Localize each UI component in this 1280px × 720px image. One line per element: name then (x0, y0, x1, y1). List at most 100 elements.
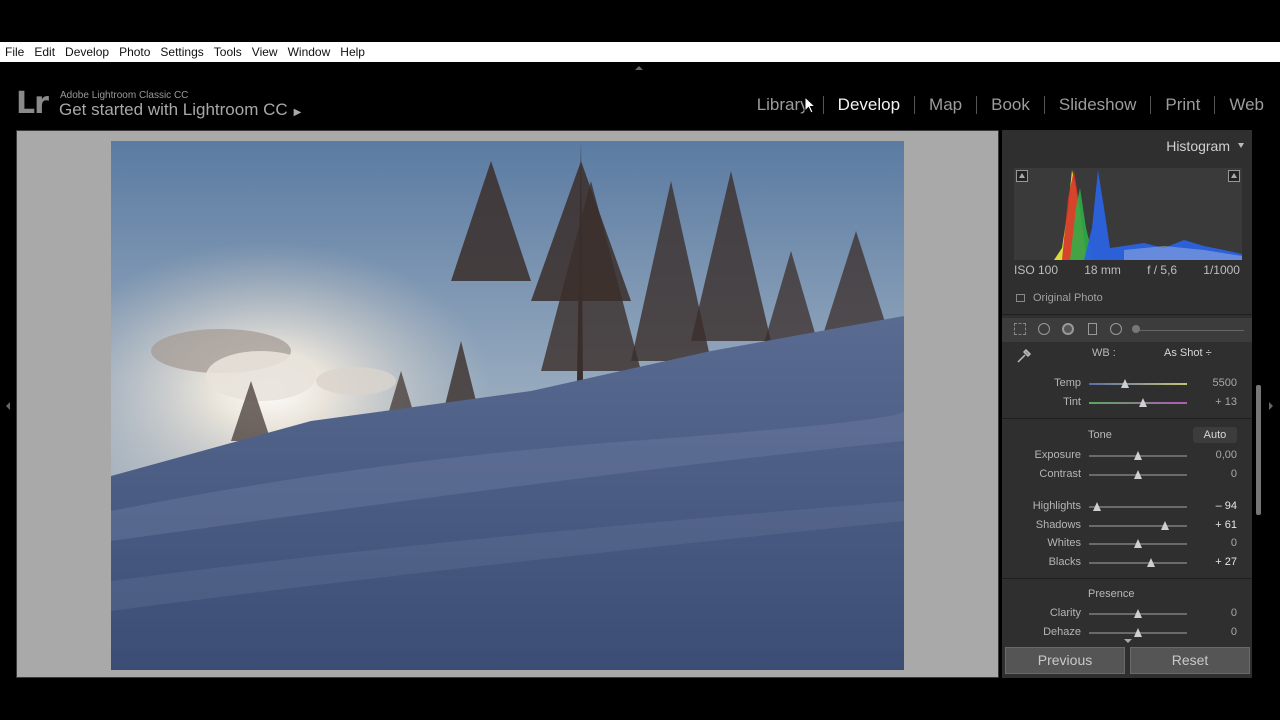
snowy-landscape-image (111, 141, 904, 670)
tone-label: Tone (1088, 429, 1112, 441)
menu-help[interactable]: Help (335, 45, 370, 59)
temp-value[interactable]: 5500 (1213, 377, 1237, 389)
exposure-knob[interactable] (1134, 451, 1142, 460)
menu-file[interactable]: File (0, 45, 29, 59)
blacks-knob[interactable] (1146, 558, 1155, 567)
panel-scrollbar[interactable] (1256, 385, 1261, 515)
temp-slider-row[interactable]: Temp 5500 (1002, 375, 1252, 393)
module-develop[interactable]: Develop (824, 96, 916, 114)
histogram-curve (1014, 170, 1242, 260)
whites-slider-row[interactable]: Whites 0 (1002, 535, 1252, 553)
original-photo-toggle[interactable]: Original Photo (1014, 292, 1103, 304)
shadows-value[interactable]: + 61 (1215, 519, 1237, 531)
exposure-label: Exposure (1034, 449, 1081, 461)
blacks-track[interactable] (1089, 562, 1187, 564)
wb-label: WB : (1092, 347, 1116, 359)
tool-strip (1002, 318, 1252, 342)
highlight-clipping-icon[interactable] (1228, 170, 1240, 182)
highlights-track[interactable] (1089, 506, 1187, 508)
shadow-clipping-icon[interactable] (1016, 170, 1028, 182)
shadows-slider-row[interactable]: Shadows + 61 (1002, 517, 1252, 535)
menu-bar: File Edit Develop Photo Settings Tools V… (0, 42, 1280, 62)
develop-right-panel: Histogram ISO 100 18 mm f / 5,6 1/1000 O… (1002, 130, 1252, 678)
mouse-cursor-icon (804, 96, 816, 114)
blacks-value[interactable]: + 27 (1215, 556, 1237, 568)
module-picker: Library Develop Map Book Slideshow Print… (743, 96, 1264, 114)
divider (1002, 418, 1252, 419)
shadows-knob[interactable] (1161, 521, 1170, 530)
presence-label: Presence (1088, 588, 1135, 600)
panel-menu-icon[interactable] (1238, 143, 1244, 148)
radial-filter-icon[interactable] (1110, 323, 1122, 335)
highlights-knob[interactable] (1092, 502, 1101, 511)
contrast-value[interactable]: 0 (1231, 468, 1237, 480)
blacks-slider-row[interactable]: Blacks + 27 (1002, 554, 1252, 572)
blacks-label: Blacks (1048, 556, 1081, 568)
auto-tone-button[interactable]: Auto (1193, 427, 1237, 443)
dehaze-value[interactable]: 0 (1231, 626, 1237, 638)
clarity-value[interactable]: 0 (1231, 607, 1237, 619)
menu-window[interactable]: Window (283, 45, 336, 59)
module-print[interactable]: Print (1151, 96, 1216, 114)
crop-icon[interactable] (1014, 323, 1026, 335)
contrast-label: Contrast (1039, 468, 1081, 480)
reset-button[interactable]: Reset (1130, 647, 1250, 674)
white-balance-row: WB : As Shot ÷ (1002, 344, 1252, 368)
red-eye-icon[interactable] (1062, 323, 1074, 335)
module-web[interactable]: Web (1215, 96, 1264, 114)
tint-slider-row[interactable]: Tint + 13 (1002, 394, 1252, 412)
get-started-label: Get started with Lightroom CC (59, 100, 288, 119)
graduated-filter-icon[interactable] (1088, 323, 1097, 335)
tint-value[interactable]: + 13 (1215, 396, 1237, 408)
clarity-slider-row[interactable]: Clarity 0 (1002, 605, 1252, 623)
brush-slider-knob[interactable] (1132, 325, 1140, 333)
menu-settings[interactable]: Settings (155, 45, 208, 59)
histogram-title: Histogram (1166, 138, 1230, 154)
exposure-slider-row[interactable]: Exposure 0,00 (1002, 447, 1252, 465)
original-photo-label: Original Photo (1033, 292, 1103, 304)
divider (1002, 578, 1252, 579)
temp-track[interactable] (1089, 383, 1187, 385)
left-panel-toggle-icon[interactable] (6, 402, 10, 410)
whites-value[interactable]: 0 (1231, 537, 1237, 549)
eyedropper-icon[interactable] (1016, 348, 1032, 364)
top-panel-toggle-icon[interactable] (635, 66, 643, 70)
dehaze-knob[interactable] (1134, 628, 1142, 637)
exif-focal: 18 mm (1084, 263, 1121, 277)
exif-aperture: f / 5,6 (1147, 263, 1178, 277)
right-panel-toggle-icon[interactable] (1269, 402, 1273, 410)
brush-slider-track[interactable] (1134, 330, 1244, 331)
previous-button[interactable]: Previous (1005, 647, 1125, 674)
menu-view[interactable]: View (247, 45, 283, 59)
clarity-knob[interactable] (1134, 609, 1142, 618)
highlights-slider-row[interactable]: Highlights – 94 (1002, 498, 1252, 516)
histogram-header[interactable]: Histogram (1002, 130, 1252, 160)
histogram-graph[interactable] (1014, 168, 1242, 260)
menu-edit[interactable]: Edit (29, 45, 60, 59)
module-slideshow[interactable]: Slideshow (1045, 96, 1152, 114)
play-arrow-icon: ▶ (293, 107, 302, 118)
menu-tools[interactable]: Tools (209, 45, 247, 59)
preview-photo (111, 141, 904, 670)
exposure-value[interactable]: 0,00 (1216, 449, 1237, 461)
menu-photo[interactable]: Photo (114, 45, 155, 59)
menu-develop[interactable]: Develop (60, 45, 114, 59)
wb-select[interactable]: As Shot ÷ (1164, 347, 1212, 359)
scroll-down-icon[interactable] (1124, 639, 1132, 643)
shadows-label: Shadows (1035, 519, 1081, 531)
get-started-link[interactable]: Get started with Lightroom CC ▶ (59, 100, 301, 120)
shadows-track[interactable] (1089, 525, 1187, 527)
contrast-knob[interactable] (1134, 470, 1142, 479)
highlights-label: Highlights (1032, 500, 1081, 512)
spot-removal-icon[interactable] (1038, 323, 1050, 335)
lightroom-logo: Lr (16, 86, 49, 121)
tint-knob[interactable] (1138, 398, 1147, 407)
module-book[interactable]: Book (977, 96, 1045, 114)
highlights-value[interactable]: – 94 (1216, 500, 1237, 512)
temp-knob[interactable] (1121, 379, 1130, 388)
module-map[interactable]: Map (915, 96, 978, 114)
checkbox-icon[interactable] (1016, 294, 1025, 302)
whites-knob[interactable] (1134, 539, 1142, 548)
clarity-label: Clarity (1049, 607, 1081, 619)
contrast-slider-row[interactable]: Contrast 0 (1002, 466, 1252, 484)
